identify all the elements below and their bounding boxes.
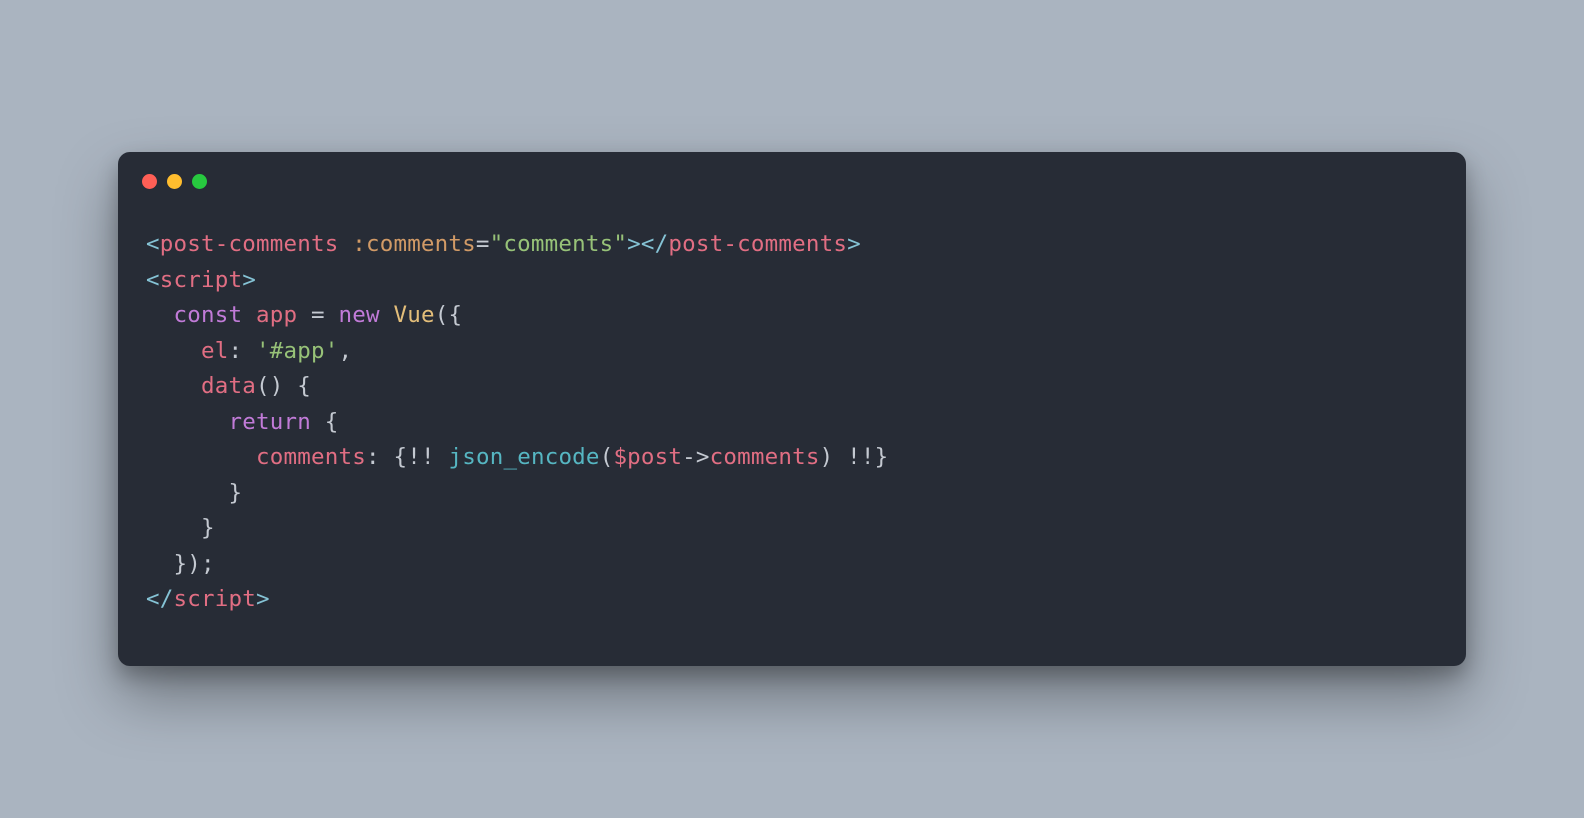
code-token: < <box>146 231 160 257</box>
code-token: > <box>242 267 256 293</box>
code-token <box>435 444 449 470</box>
code-line: <post-comments :comments="comments"></po… <box>146 227 1438 263</box>
code-token: post-comments <box>668 231 847 257</box>
code-token: return <box>228 409 310 435</box>
code-token: } <box>875 444 889 470</box>
minimize-icon[interactable] <box>167 174 182 189</box>
code-token: !! <box>847 444 875 470</box>
code-line: return { <box>146 405 1438 441</box>
code-line: } <box>146 511 1438 547</box>
code-token: $post <box>613 444 682 470</box>
code-token: data <box>201 373 256 399</box>
code-line: } <box>146 476 1438 512</box>
code-token: ({ <box>435 302 463 328</box>
code-token: new <box>338 302 379 328</box>
zoom-icon[interactable] <box>192 174 207 189</box>
code-token: </ <box>641 231 669 257</box>
code-token: Vue <box>393 302 434 328</box>
code-token: > <box>256 586 270 612</box>
code-line: }); <box>146 547 1438 583</box>
code-token: () { <box>256 373 311 399</box>
code-token: script <box>160 267 242 293</box>
code-token: -> <box>682 444 710 470</box>
code-line: comments: {!! json_encode($post->comment… <box>146 440 1438 476</box>
code-line: const app = new Vue({ <box>146 298 1438 334</box>
code-token: }); <box>174 551 215 577</box>
code-line: <script> <box>146 263 1438 299</box>
code-token: el <box>201 338 229 364</box>
code-token: post-comments <box>160 231 339 257</box>
code-window: <post-comments :comments="comments"></po… <box>118 152 1466 666</box>
code-token: } <box>228 480 242 506</box>
code-token: app <box>256 302 297 328</box>
code-line: data() { <box>146 369 1438 405</box>
code-token: > <box>847 231 861 257</box>
code-line: el: '#app', <box>146 334 1438 370</box>
code-token: { <box>311 409 339 435</box>
code-token: : <box>229 338 257 364</box>
code-token: script <box>174 586 256 612</box>
code-line: </script> <box>146 582 1438 618</box>
code-token <box>297 302 311 328</box>
code-token: json_encode <box>448 444 599 470</box>
code-token: < <box>146 267 160 293</box>
code-token <box>338 231 352 257</box>
code-block: <post-comments :comments="comments"></po… <box>118 189 1466 666</box>
code-token: </ <box>146 586 174 612</box>
code-token: } <box>201 515 215 541</box>
code-token <box>380 302 394 328</box>
code-token: ( <box>600 444 614 470</box>
code-token: > <box>627 231 641 257</box>
code-token: , <box>338 338 352 364</box>
code-token: :comments <box>352 231 476 257</box>
code-token: comments <box>710 444 820 470</box>
code-token: comments <box>256 444 366 470</box>
code-token: : { <box>366 444 407 470</box>
code-token: const <box>174 302 243 328</box>
code-token: = <box>476 231 490 257</box>
code-token: "comments" <box>490 231 627 257</box>
window-titlebar <box>118 152 1466 189</box>
code-token: !! <box>407 444 435 470</box>
code-token: = <box>311 302 325 328</box>
code-token: ) <box>820 444 848 470</box>
code-token <box>325 302 339 328</box>
code-token <box>242 302 256 328</box>
code-token: '#app' <box>256 338 338 364</box>
close-icon[interactable] <box>142 174 157 189</box>
